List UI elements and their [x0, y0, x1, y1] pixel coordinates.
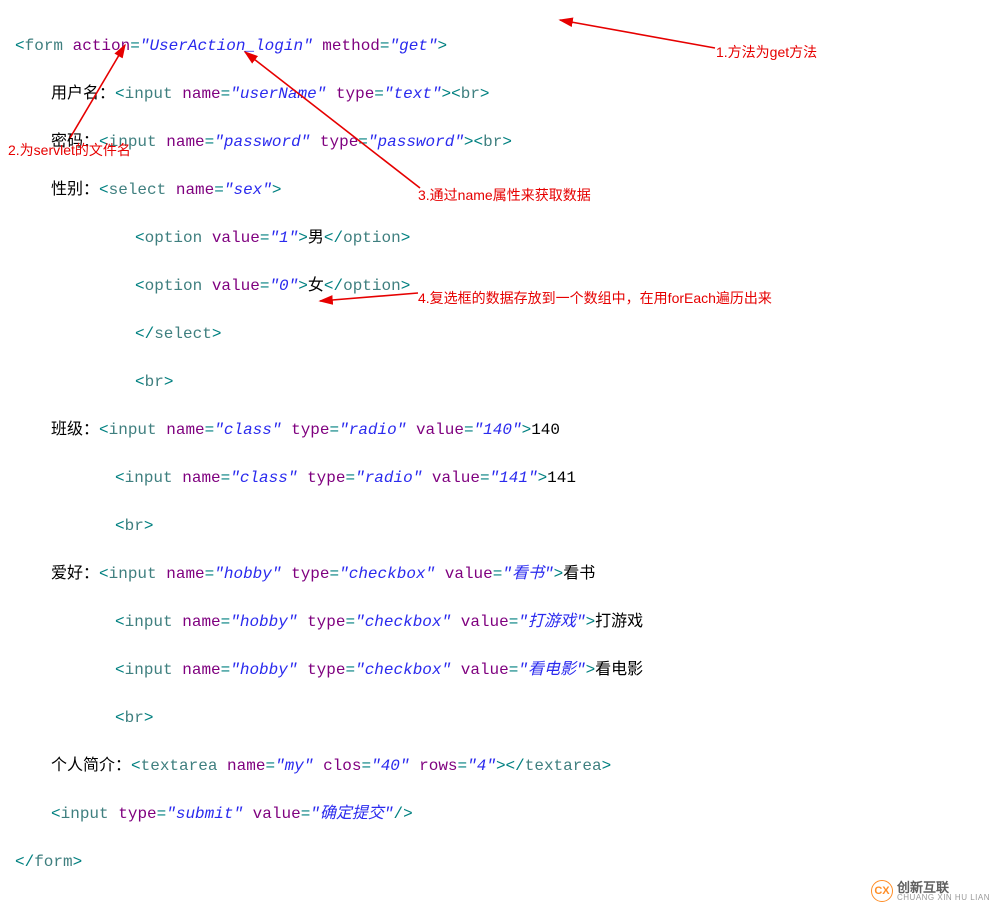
code-line: </form>: [15, 850, 994, 874]
code-line: <form action="UserAction_login" method="…: [15, 34, 994, 58]
code-line: 个人简介：<textarea name="my" clos="40" rows=…: [15, 754, 994, 778]
code-line: <input name="class" type="radio" value="…: [15, 466, 994, 490]
annotation-3: 3.通过name属性来获取数据: [418, 183, 591, 207]
code-line: </select>: [15, 322, 994, 346]
code-line: 班级：<input name="class" type="radio" valu…: [15, 418, 994, 442]
code-line: 密码：<input name="password" type="password…: [15, 130, 994, 154]
code-line: 爱好：<input name="hobby" type="checkbox" v…: [15, 562, 994, 586]
logo-mark-icon: CX: [871, 880, 893, 902]
logo-text: 创新互联: [897, 881, 990, 894]
brand-logo: CX 创新互联 CHUANG XIN HU LIAN: [871, 880, 990, 902]
code-line: <br>: [15, 370, 994, 394]
code-block: <form action="UserAction_login" method="…: [15, 10, 994, 898]
code-line: <input type="submit" value="确定提交"/>: [15, 802, 994, 826]
code-line: <input name="hobby" type="checkbox" valu…: [15, 658, 994, 682]
code-line: <br>: [15, 706, 994, 730]
code-line: <option value="1">男</option>: [15, 226, 994, 250]
annotation-4: 4.复选框的数据存放到一个数组中，在用forEach遍历出来: [418, 286, 772, 310]
annotation-1: 1.方法为get方法: [716, 40, 817, 64]
code-line: 用户名：<input name="userName" type="text"><…: [15, 82, 994, 106]
logo-subtext: CHUANG XIN HU LIAN: [897, 894, 990, 902]
code-line: <input name="hobby" type="checkbox" valu…: [15, 610, 994, 634]
code-line: <br>: [15, 514, 994, 538]
annotation-2: 2.为servlet的文件名: [8, 138, 131, 162]
